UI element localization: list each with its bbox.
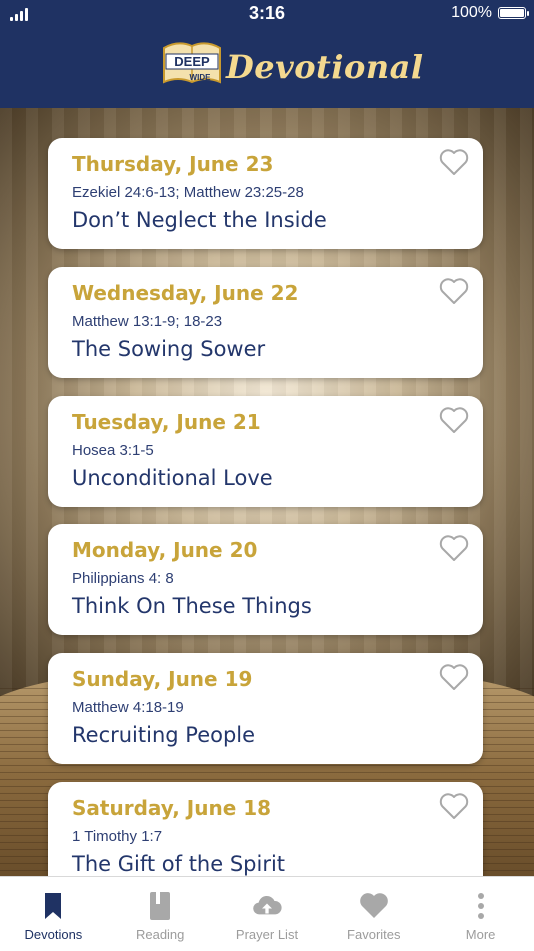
- tab-more[interactable]: More: [427, 877, 534, 951]
- tab-label: Devotions: [24, 927, 83, 942]
- heart-icon: [359, 893, 388, 918]
- tab-prayer-list[interactable]: Prayer List: [214, 877, 321, 951]
- devotion-reference: Ezekiel 24:6-13; Matthew 23:25-28: [72, 184, 304, 201]
- more-vertical-icon: [477, 893, 484, 919]
- tab-label: Reading: [135, 927, 185, 942]
- devotion-reference: 1 Timothy 1:7: [72, 828, 163, 845]
- favorite-heart-icon[interactable]: [439, 277, 469, 305]
- devotion-title: The Sowing Sower: [72, 337, 266, 361]
- battery-percent: 100%: [451, 4, 492, 21]
- devotion-date: Wednesday, June 22: [72, 281, 299, 305]
- tab-reading[interactable]: Reading: [107, 877, 214, 951]
- devotion-card[interactable]: Thursday, June 23 Ezekiel 24:6-13; Matth…: [48, 138, 483, 249]
- tab-label: Favorites: [347, 927, 401, 942]
- cloud-upload-icon: [253, 895, 282, 915]
- favorite-heart-icon[interactable]: [439, 534, 469, 562]
- favorite-heart-icon[interactable]: [439, 148, 469, 176]
- devotion-reference: Matthew 13:1-9; 18-23: [72, 313, 223, 330]
- bookmark-icon: [45, 893, 62, 919]
- tab-bar: Devotions Reading Prayer List Favorites …: [0, 876, 534, 951]
- tab-label: More: [465, 927, 496, 942]
- devotion-reference: Hosea 3:1-5: [72, 442, 154, 459]
- devotion-reference: Matthew 4:18-19: [72, 699, 184, 716]
- devotion-card[interactable]: Wednesday, June 22 Matthew 13:1-9; 18-23…: [48, 267, 483, 378]
- devotion-title: Recruiting People: [72, 723, 256, 747]
- favorite-heart-icon[interactable]: [439, 792, 469, 820]
- tab-label: Prayer List: [235, 927, 299, 942]
- devotion-title: Unconditional Love: [72, 466, 273, 490]
- battery-indicator: 100%: [451, 4, 529, 22]
- devotion-card[interactable]: Monday, June 20 Philippians 4: 8 Think O…: [48, 524, 483, 635]
- devotion-list[interactable]: Thursday, June 23 Ezekiel 24:6-13; Matth…: [0, 108, 534, 876]
- logo-text-top: DEEP: [174, 54, 210, 69]
- devotion-date: Tuesday, June 21: [72, 410, 261, 434]
- battery-icon: [498, 7, 529, 19]
- devotion-card[interactable]: Tuesday, June 21 Hosea 3:1-5 Uncondition…: [48, 396, 483, 507]
- logo-text-bottom: WIDE: [190, 73, 212, 82]
- favorite-heart-icon[interactable]: [439, 406, 469, 434]
- favorite-heart-icon[interactable]: [439, 663, 469, 691]
- app-title: Devotional: [226, 48, 424, 86]
- devotion-title: Think On These Things: [72, 594, 312, 618]
- tab-devotions[interactable]: Devotions: [0, 877, 107, 951]
- devotion-reference: Philippians 4: 8: [72, 570, 174, 587]
- devotion-card[interactable]: Sunday, June 19 Matthew 4:18-19 Recruiti…: [48, 653, 483, 764]
- app-header: DEEP WIDE Devotional: [0, 28, 534, 108]
- devotion-card[interactable]: Saturday, June 18 1 Timothy 1:7 The Gift…: [48, 782, 483, 876]
- devotion-date: Monday, June 20: [72, 538, 258, 562]
- book-icon: [150, 892, 171, 920]
- deep-wide-logo: DEEP WIDE: [163, 42, 221, 84]
- devotion-title: The Gift of the Spirit: [72, 852, 286, 876]
- tab-favorites[interactable]: Favorites: [320, 877, 427, 951]
- status-bar: 3:16 100%: [0, 0, 534, 28]
- devotion-title: Don’t Neglect the Inside: [72, 208, 327, 232]
- devotion-date: Saturday, June 18: [72, 796, 272, 820]
- devotion-date: Sunday, June 19: [72, 667, 253, 691]
- devotion-date: Thursday, June 23: [72, 152, 274, 176]
